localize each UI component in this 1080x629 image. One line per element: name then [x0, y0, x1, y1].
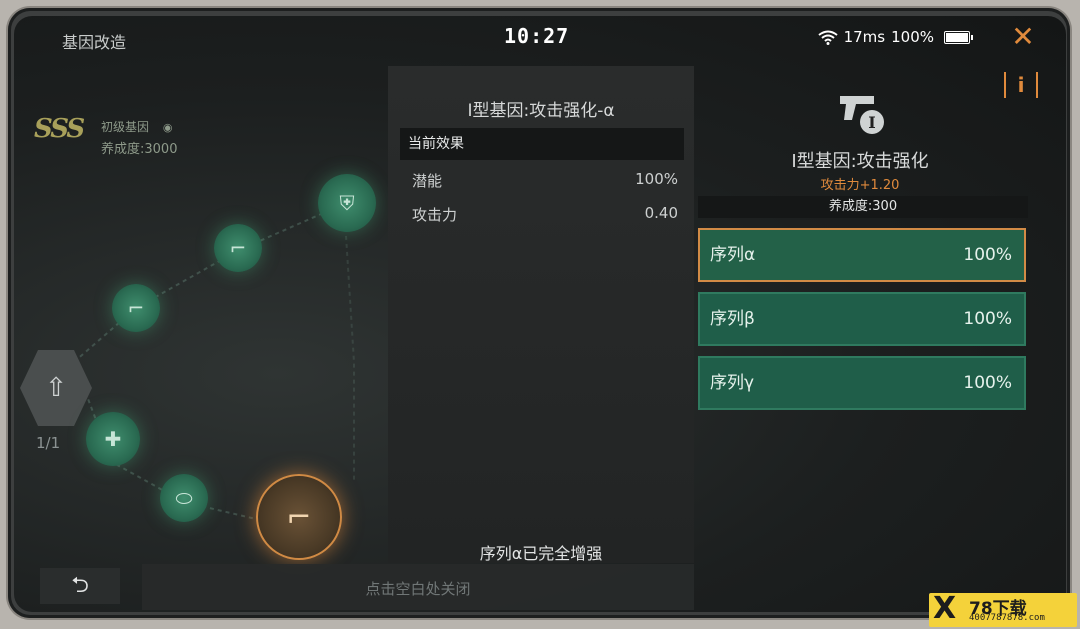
body-armor-icon: ⛨: [339, 191, 355, 215]
effect-row: 潜能 100%: [412, 170, 678, 194]
armor-node[interactable]: ⛨: [318, 174, 376, 232]
rifle-icon: ⌐: [229, 236, 247, 260]
enhance-status: 序列α已完全增强: [479, 544, 603, 563]
close-button[interactable]: ✕: [1008, 22, 1038, 52]
svg-text:I: I: [868, 113, 875, 132]
sequence-alpha[interactable]: 序列α 100%: [698, 228, 1026, 282]
effect-label: 潜能: [412, 172, 443, 190]
back-arrow-icon: ⮌: [71, 573, 89, 598]
gene-summary-panel: i I I型基因:攻击强化 攻击力+1.20 养成度:300 序列α 100% …: [694, 66, 1066, 563]
watermark-logo: X 78下载 4007787878.com: [929, 591, 1077, 627]
effect-label: 攻击力: [412, 206, 458, 224]
sequence-label: 序列γ: [710, 373, 755, 393]
sequence-label: 序列β: [710, 309, 755, 329]
pills-icon: ⬭: [175, 486, 193, 510]
battery-text: 100%: [891, 28, 934, 46]
close-hint: 点击空白处关闭: [365, 580, 471, 598]
status-bar: 17ms 100%: [817, 28, 973, 46]
sequence-beta[interactable]: 序列β 100%: [698, 292, 1026, 346]
screen-title: 基因改造: [62, 33, 127, 52]
pills-node[interactable]: ⬭: [160, 474, 208, 522]
wifi-icon: [817, 30, 838, 45]
battery-icon: [944, 30, 973, 44]
pistol-gene-icon: I: [840, 96, 884, 134]
clock: 10:27: [504, 24, 570, 48]
gene-detail-title: I型基因:攻击强化-α: [467, 101, 615, 121]
latency-text: 17ms: [843, 28, 886, 46]
sequence-value: 100%: [963, 309, 1012, 329]
effect-value: 100%: [635, 170, 678, 188]
medkit-node[interactable]: ✚: [86, 412, 140, 466]
sequence-value: 100%: [963, 245, 1012, 265]
sequence-value: 100%: [963, 373, 1012, 393]
info-button[interactable]: i: [1004, 72, 1038, 98]
rifle-node-upper[interactable]: ⌐: [214, 224, 262, 272]
gene-summary-title: I型基因:攻击强化: [791, 151, 929, 172]
sequence-label: 序列α: [710, 245, 756, 265]
watermark-mark: X: [933, 591, 957, 626]
hex-count: 1/1: [36, 434, 61, 452]
gene-tree: SSS 初级基因 ◉ 养成度:3000 ⛨ ⌐ ⌐ ⇧ 1/1 ✚ ⬭ ⌐: [14, 62, 388, 562]
boot-upgrade-icon: ⇧: [45, 373, 67, 403]
pistol-icon: ⌐: [286, 499, 312, 535]
effect-row: 攻击力 0.40: [412, 204, 678, 228]
pistol-node-selected[interactable]: ⌐: [256, 474, 342, 560]
back-button[interactable]: ⮌: [40, 568, 120, 604]
cultivation-progress: 养成度:300: [698, 196, 1028, 218]
watermark-url: 4007787878.com: [969, 613, 1045, 623]
top-bar: 基因改造 10:27 17ms 100% ✕: [14, 16, 1066, 62]
effect-value: 0.40: [644, 204, 678, 222]
gene-detail-panel: I型基因:攻击强化-α 当前效果 潜能 100% 攻击力 0.40 序列α已完全…: [388, 66, 694, 563]
attack-bonus: 攻击力+1.20: [820, 178, 900, 193]
rifle-icon: ⌐: [127, 296, 145, 320]
rifle-node-lower[interactable]: ⌐: [112, 284, 160, 332]
sequence-gamma[interactable]: 序列γ 100%: [698, 356, 1026, 410]
game-screen: 基因改造 10:27 17ms 100% ✕ SSS 初级基因 ◉ 养成度:30…: [14, 16, 1066, 612]
medkit-icon: ✚: [104, 427, 122, 451]
effect-header: 当前效果: [400, 128, 684, 160]
